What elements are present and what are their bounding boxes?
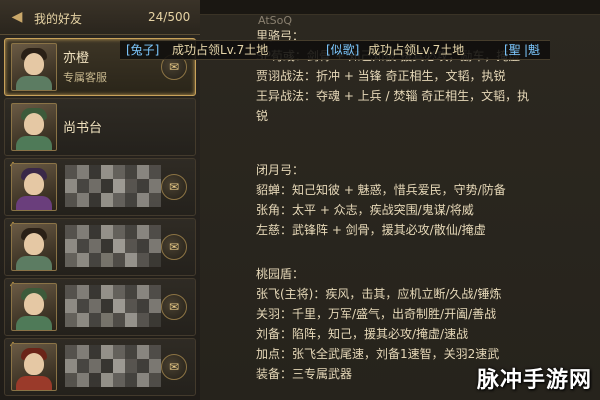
panel-topbar <box>200 0 600 15</box>
system-marquee: [兔子] 成功占领Lv.7土地 [似歌] 成功占领Lv.7土地 [聖 |魁 <box>120 40 550 60</box>
avatar <box>11 163 57 211</box>
text-line: 张角：太平 + 众志，疾战突围/鬼谋/将威 <box>256 203 474 217</box>
section-heading: 桃园盾： <box>256 267 305 281</box>
text-line: 装备：三专属武器 <box>256 367 353 381</box>
mail-icon[interactable]: ✉ <box>161 174 187 200</box>
friends-title: 我的好友 <box>34 12 83 26</box>
friends-header: ◀ 我的好友 24/500 <box>0 0 200 35</box>
friend-row[interactable]: ♦ ✉ <box>4 338 196 396</box>
mail-icon[interactable]: ✉ <box>161 354 187 380</box>
text-line: 贾诩战法：折冲 + 当锋 奇正相生，文韬，执锐 <box>256 69 506 83</box>
blurred-name <box>65 225 161 267</box>
lineup-section-3: 桃园盾： 张飞(主将)：疾风，击其，应机立断/久战/锤炼 关羽：千里，万军/盛气… <box>256 264 501 384</box>
text-line: 加点：张飞全武尾速，刘备1速智，关羽2速武 <box>256 347 500 361</box>
blurred-name <box>65 345 161 387</box>
marquee-player-tag: |魁 <box>524 43 541 57</box>
text-line: 王异战法：夺魂 + 上兵 / 焚辎 奇正相生，文韬，执 <box>256 89 530 103</box>
text-line: 关羽：千里，万军/盛气，出奇制胜/开阖/善战 <box>256 307 497 321</box>
blurred-name <box>65 165 161 207</box>
marquee-player-tag: [似歌] <box>326 43 360 57</box>
avatar <box>11 103 57 151</box>
marquee-player-tag: [聖 <box>504 43 521 57</box>
mail-icon[interactable]: ✉ <box>161 234 187 260</box>
friend-row[interactable]: ♦ ✉ <box>4 218 196 276</box>
text-line: 张飞(主将)：疾风，击其，应机立断/久战/锤炼 <box>256 287 502 301</box>
text-line: 左慈：武锋阵 + 剑骨，援其必攻/散仙/掩虚 <box>256 223 486 237</box>
blurred-name <box>65 285 161 327</box>
friend-name: 尚书台 <box>63 121 103 136</box>
mail-icon[interactable]: ✉ <box>161 294 187 320</box>
friend-row[interactable]: ♦ ✉ <box>4 278 196 336</box>
avatar <box>11 43 57 91</box>
avatar <box>11 283 57 331</box>
section-heading: 闭月弓： <box>256 163 305 177</box>
avatar <box>11 223 57 271</box>
site-watermark: 脉冲手游网 <box>476 368 592 393</box>
collapse-arrow-icon[interactable]: ◀ <box>8 8 26 26</box>
friend-row[interactable]: ♦ ✉ <box>4 158 196 216</box>
friends-count: 24/500 <box>148 10 191 24</box>
friend-row[interactable]: 尚书台 <box>4 98 196 156</box>
lineup-section-2: 闭月弓： 貂蝉：知己知彼 + 魅惑，惜兵爱民，守势/防备 张角：太平 + 众志，… <box>256 160 506 240</box>
text-line: 貂蝉：知己知彼 + 魅惑，惜兵爱民，守势/防备 <box>256 183 506 197</box>
marquee-player-tag: [兔子] <box>126 43 160 57</box>
marquee-message: 成功占领Lv.7土地 <box>368 43 465 57</box>
text-line: 锐 <box>256 109 269 123</box>
friends-panel: ◀ 我的好友 24/500 亦橙 专属客服 ✉ 尚书台 ♦ ✉ ♦ ✉ <box>0 0 201 400</box>
friend-name: 亦橙 <box>63 51 90 66</box>
marquee-message: 成功占领Lv.7土地 <box>172 43 269 57</box>
friend-subtitle: 专属客服 <box>63 71 107 84</box>
avatar <box>11 343 57 391</box>
text-line: 刘备：陷阵，知己，援其必攻/掩虚/速战 <box>256 327 469 341</box>
